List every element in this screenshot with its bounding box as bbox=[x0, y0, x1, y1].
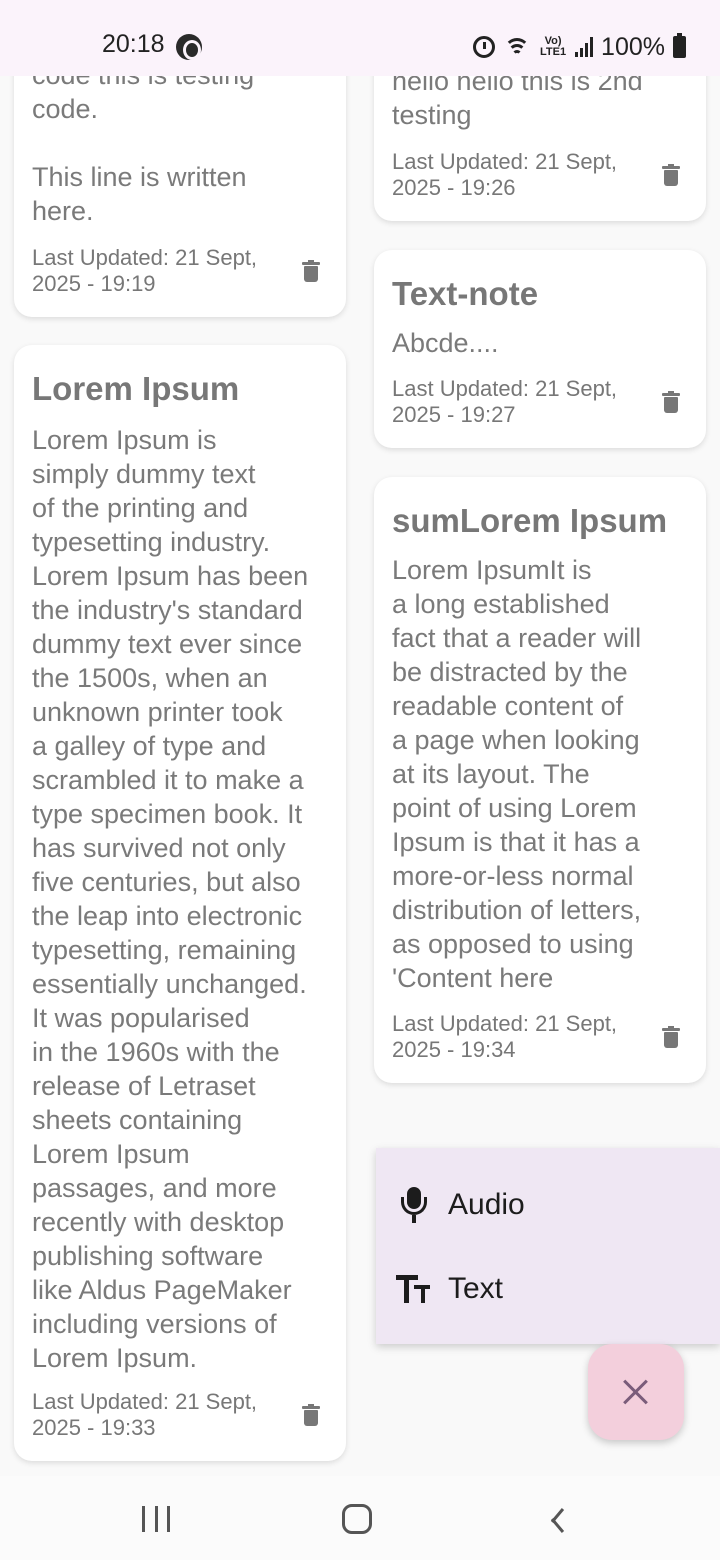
delete-icon[interactable] bbox=[662, 164, 680, 186]
status-bar: 20:18 Vo) LTE1 100% bbox=[0, 0, 720, 76]
delete-icon[interactable] bbox=[662, 1026, 680, 1048]
note-title: Lorem Ipsum bbox=[32, 370, 240, 407]
lte-icon: Vo) LTE1 bbox=[540, 35, 567, 58]
note-card[interactable]: code this is testing code. This line is … bbox=[14, 40, 346, 317]
wifi-icon bbox=[503, 36, 531, 58]
messenger-icon bbox=[176, 34, 202, 60]
battery-icon bbox=[673, 33, 686, 58]
note-body: Abcde.... bbox=[392, 328, 499, 358]
note-updated-date: Last Updated: 21 Sept, 2025 - 19:34 bbox=[392, 1011, 618, 1062]
add-note-menu: Audio Text bbox=[376, 1148, 720, 1344]
alarm-icon bbox=[473, 36, 496, 58]
note-footer: Last Updated: 21 Sept, 2025 - 19:27 bbox=[392, 376, 688, 428]
menu-item-label: Text bbox=[448, 1272, 504, 1305]
status-icons: Vo) LTE1 100% bbox=[473, 30, 686, 64]
note-body: Lorem IpsumIt is a long established fact… bbox=[392, 555, 642, 993]
menu-item-text[interactable]: Text bbox=[376, 1247, 720, 1331]
status-time: 20:18 bbox=[102, 30, 165, 58]
back-icon[interactable] bbox=[548, 1506, 568, 1532]
battery-percentage: 100% bbox=[601, 32, 665, 61]
note-footer: Last Updated: 21 Sept, 2025 - 19:34 bbox=[392, 1011, 688, 1063]
note-card[interactable]: sumLorem Ipsum Lorem IpsumIt is a long e… bbox=[374, 477, 706, 1083]
note-updated-date: Last Updated: 21 Sept, 2025 - 19:33 bbox=[32, 1389, 258, 1440]
menu-item-audio[interactable]: Audio bbox=[376, 1163, 720, 1247]
text-format-icon bbox=[396, 1271, 432, 1307]
note-footer: Last Updated: 21 Sept, 2025 - 19:19 bbox=[32, 245, 328, 297]
delete-icon[interactable] bbox=[302, 260, 320, 282]
home-icon[interactable] bbox=[342, 1504, 372, 1534]
note-updated-date: Last Updated: 21 Sept, 2025 - 19:27 bbox=[392, 376, 618, 427]
note-card[interactable]: Lorem Ipsum Lorem Ipsum is simply dummy … bbox=[14, 345, 346, 1461]
note-title: Text-note bbox=[392, 275, 539, 312]
note-footer: Last Updated: 21 Sept, 2025 - 19:26 bbox=[392, 149, 688, 201]
recent-apps-icon[interactable] bbox=[142, 1506, 170, 1532]
menu-item-label: Audio bbox=[448, 1188, 525, 1221]
note-updated-date: Last Updated: 21 Sept, 2025 - 19:19 bbox=[32, 245, 258, 296]
note-body: code this is testing code. This line is … bbox=[32, 60, 254, 226]
note-updated-date: Last Updated: 21 Sept, 2025 - 19:26 bbox=[392, 149, 618, 200]
delete-icon[interactable] bbox=[302, 1404, 320, 1426]
note-card[interactable]: Text-note Abcde.... Last Updated: 21 Sep… bbox=[374, 250, 706, 448]
signal-icon bbox=[575, 37, 594, 57]
close-icon bbox=[622, 1378, 650, 1406]
note-footer: Last Updated: 21 Sept, 2025 - 19:33 bbox=[32, 1389, 328, 1441]
note-body: Lorem Ipsum is simply dummy text of the … bbox=[32, 425, 309, 1373]
close-fab-button[interactable] bbox=[588, 1344, 684, 1440]
navigation-bar bbox=[0, 1476, 720, 1560]
mic-icon bbox=[396, 1187, 432, 1223]
note-title: sumLorem Ipsum bbox=[392, 502, 668, 539]
delete-icon[interactable] bbox=[662, 391, 680, 413]
